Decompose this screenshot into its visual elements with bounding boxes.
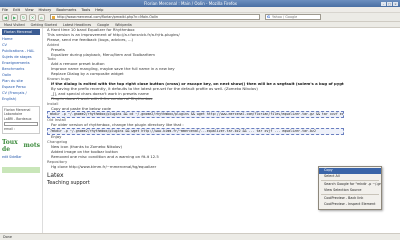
search-input[interactable]: G Yahoo / Google <box>265 14 321 20</box>
bookmark-item[interactable]: Wikipedia <box>115 23 132 27</box>
context-menu: Copy Select All Search Google for "mkdir… <box>318 166 382 210</box>
bookmark-item[interactable]: Google <box>97 23 109 27</box>
maximize-button[interactable]: □ <box>387 1 392 6</box>
search-placeholder: Yahoo / Google <box>272 15 298 19</box>
menu-history[interactable]: History <box>39 8 52 12</box>
menu-tools[interactable]: Tools <box>81 8 90 12</box>
sidebar-header: Florian Mercenal <box>2 29 40 35</box>
bookmark-item[interactable]: Most Visited <box>4 23 25 27</box>
url-bar[interactable]: http://www.mercenal.com/florian/pmwiki.p… <box>50 14 260 20</box>
heading-teaching: Teaching support <box>47 179 90 186</box>
logo-text-right: mots <box>23 142 41 150</box>
code-block[interactable]: mkdir -p ~/.gnome2/rhythmbox/plugins && … <box>47 111 344 119</box>
back-button[interactable]: ◀ <box>2 13 9 21</box>
menu-separator <box>321 194 379 196</box>
sidebar-link-cv-lang[interactable]: CV (Français / English) <box>2 90 40 102</box>
content-block: A Hard time 10 band Equalizer for Rhythm… <box>47 28 344 111</box>
site-logo: Toux de mots <box>2 137 41 154</box>
contact-line: LaBRI - Bordeaux <box>4 116 32 121</box>
url-text: http://www.mercenal.com/florian/pmwiki.p… <box>57 15 159 19</box>
code-block-old[interactable]: ?mkdir -p ~/.gnome2/rhythmbox/plugins &&… <box>47 128 344 136</box>
context-select-all[interactable]: Select All <box>319 174 381 180</box>
menu-view[interactable]: View <box>25 8 34 12</box>
page-content: A Hard time 10 band Equalizer for Rhythm… <box>44 28 344 233</box>
favicon-icon <box>52 16 55 19</box>
window-title: Florian Mercenal : Main / Oolin - Mozill… <box>143 1 238 6</box>
home-button[interactable]: ⌂ <box>38 13 45 21</box>
edit-sidebar-link[interactable]: edit SideBar <box>2 155 21 159</box>
bookmark-item[interactable]: Getting Started <box>31 23 57 27</box>
window-controls: – □ × <box>381 1 400 6</box>
context-view-selection-source[interactable]: View Selection Source <box>319 188 381 194</box>
sidebar-decoration <box>2 166 40 173</box>
bookmark-item[interactable]: Latest Headlines <box>63 23 91 27</box>
forward-button[interactable]: ▶ <box>11 13 18 21</box>
status-bar: Done <box>0 233 400 240</box>
menu-bookmarks[interactable]: Bookmarks <box>56 8 76 12</box>
context-coolpreview-inspect[interactable]: CoolPreview - Inspect Element <box>319 202 381 208</box>
content-block: Old Install For older version of rhythmbo… <box>47 118 344 128</box>
reload-button[interactable]: ↻ <box>20 13 27 21</box>
context-search-google[interactable]: Search Google for "mkdir -p ~/.gn..." <box>319 182 381 188</box>
menu-separator <box>321 180 379 182</box>
menu-file[interactable]: File <box>2 8 8 12</box>
contact-line: email : <box>4 127 15 132</box>
menu-edit[interactable]: Edit <box>13 8 20 12</box>
wiki-sidebar: Florian Mercenal Home CV Publications - … <box>0 28 43 233</box>
close-button[interactable]: × <box>393 1 398 6</box>
menu-help[interactable]: Help <box>95 8 103 12</box>
sidebar-contact-box: Florian Mercenal Laboratoire LaBRI - Bor… <box>2 106 40 134</box>
content-block: Enjoy Changelog New icon (thanks to Zomeko… <box>47 134 344 169</box>
sidebar-search-field[interactable] <box>4 122 38 127</box>
search-engine-icon[interactable]: G <box>267 15 270 20</box>
heading-latex: Latex <box>47 171 64 179</box>
logo-text-left: Toux de <box>2 138 18 153</box>
window-titlebar: Florian Mercenal : Main / Oolin - Mozill… <box>0 0 400 7</box>
stop-button[interactable]: ✕ <box>29 13 36 21</box>
minimize-button[interactable]: – <box>381 1 386 6</box>
content-line: Hg clone http://www.kimm.fr/~mmercenal/h… <box>51 163 157 169</box>
navigation-toolbar: ◀ ▶ ↻ ✕ ⌂ http://www.mercenal.com/floria… <box>0 13 400 22</box>
